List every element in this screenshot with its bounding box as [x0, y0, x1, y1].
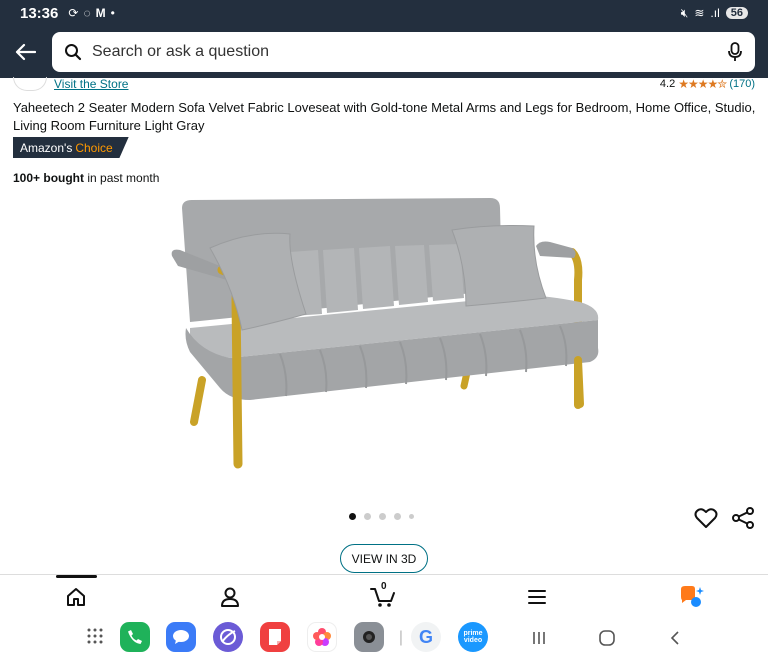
phone-icon[interactable] [120, 622, 150, 652]
home-icon [67, 588, 85, 606]
prime-video-label: prime video [463, 630, 483, 644]
whatsapp-icon: ◌ [83, 6, 91, 20]
bought-count: 100+ bought [13, 171, 85, 185]
gmail-icon: M [95, 6, 106, 20]
nav-profile[interactable] [216, 583, 244, 611]
nav-home[interactable] [62, 583, 90, 611]
signal-icon: .ıl [710, 6, 720, 20]
bought-suffix: in past month [84, 171, 160, 185]
sofa-right-armrest [536, 241, 576, 258]
product-image-sofa[interactable] [160, 190, 610, 480]
recent-apps-icon[interactable] [527, 626, 551, 650]
heart-icon[interactable] [693, 505, 719, 531]
profile-icon [221, 587, 239, 607]
camera-icon[interactable] [354, 622, 384, 652]
microphone-icon[interactable] [727, 42, 743, 62]
sofa-pillow-right [451, 225, 547, 307]
rating-count[interactable]: (170) [729, 78, 755, 90]
mute-icon: 🔇︎ [680, 5, 689, 20]
bought-in-past-month: 100+ bought in past month [13, 171, 159, 185]
carousel-dot[interactable] [409, 514, 414, 519]
gallery-icon[interactable] [307, 622, 337, 652]
nav-menu[interactable] [523, 583, 551, 611]
back-arrow-icon [15, 43, 36, 61]
nav-rufus[interactable] [677, 583, 705, 611]
system-back-icon[interactable] [663, 626, 687, 650]
rating-summary[interactable]: 4.2 ★★★★✮ (170) [660, 77, 755, 91]
search-box[interactable] [52, 32, 755, 72]
status-bar: 13:36 ⟳ ◌ M • 🔇︎ ≋ .ıl 56 [0, 0, 768, 26]
carousel-dot[interactable] [394, 513, 401, 520]
messages-icon[interactable] [166, 622, 196, 652]
carousel-dot[interactable] [379, 513, 386, 520]
home-button-icon[interactable] [595, 626, 619, 650]
rating-stars-icon: ★★★★✮ [678, 77, 727, 91]
wifi-icon: ≋ [694, 6, 705, 20]
nav-active-indicator [56, 575, 97, 578]
product-title: Yaheetech 2 Seater Modern Sofa Velvet Fa… [13, 100, 756, 133]
sync-icon: ⟳ [68, 6, 79, 20]
share-icon[interactable] [730, 505, 756, 531]
amazons-choice-badge: Amazon's Choice [13, 137, 129, 158]
notes-icon[interactable] [260, 622, 290, 652]
search-header [0, 26, 768, 78]
view-in-3d-button[interactable]: VIEW IN 3D [340, 544, 428, 573]
rating-value: 4.2 [659, 78, 676, 90]
rufus-icon [681, 586, 704, 607]
search-input[interactable] [92, 43, 727, 61]
dock-divider: | [398, 629, 404, 646]
badge-choice: Choice [75, 140, 113, 155]
sofa-leg [574, 356, 584, 408]
store-logo[interactable] [13, 77, 47, 91]
google-icon[interactable]: G [411, 622, 441, 652]
search-icon [65, 44, 82, 61]
dot-icon: • [110, 6, 115, 20]
visit-store-link[interactable]: Visit the Store [54, 77, 128, 91]
carousel-dot[interactable] [364, 513, 371, 520]
carousel-dot[interactable] [349, 513, 356, 520]
status-icons: ⟳ ◌ M • [68, 6, 114, 20]
internet-icon[interactable] [213, 622, 243, 652]
apps-grid-icon[interactable] [83, 624, 107, 648]
cart-count: 0 [381, 581, 387, 592]
nav-cart[interactable]: 0 [369, 581, 397, 611]
sofa-leg [190, 376, 206, 426]
status-time: 13:36 [20, 4, 59, 22]
image-carousel-dots [349, 513, 414, 520]
bottom-nav: 0 [0, 574, 768, 616]
menu-icon [528, 590, 546, 604]
android-dock: | G prime video [0, 616, 768, 659]
store-rating-row: Visit the Store 4.2 ★★★★✮ (170) [13, 76, 755, 92]
battery-icon: 56 [725, 7, 748, 19]
badge-prefix: Amazon's [20, 140, 73, 155]
back-button[interactable] [10, 37, 40, 67]
prime-video-icon[interactable]: prime video [458, 622, 488, 652]
